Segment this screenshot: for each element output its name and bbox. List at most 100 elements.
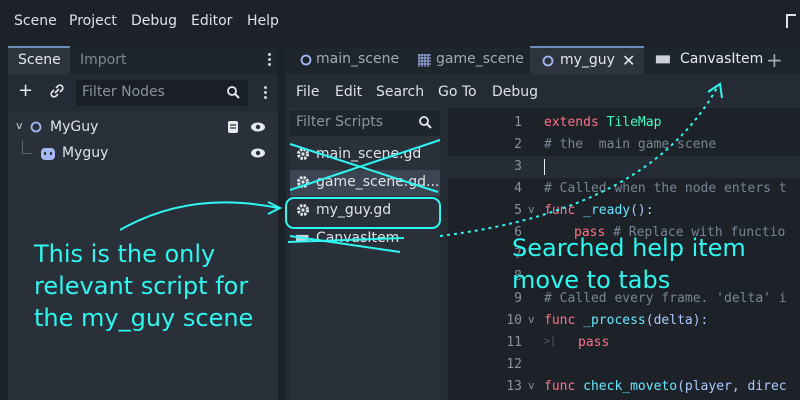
filter-scripts-placeholder: Filter Scripts bbox=[296, 114, 384, 130]
filter-nodes-input[interactable]: Filter Nodes bbox=[76, 80, 248, 106]
menu-debug[interactable]: Debug bbox=[131, 13, 177, 29]
code-token: (delta): bbox=[645, 313, 709, 328]
tree-item-myguy-sprite[interactable]: Myguy bbox=[8, 140, 278, 166]
filter-scripts-input[interactable]: Filter Scripts bbox=[290, 110, 440, 136]
tab-import[interactable]: Import bbox=[70, 46, 140, 74]
code-line: 12 bbox=[448, 354, 800, 376]
line-number: 5 bbox=[514, 203, 522, 218]
visibility-eye-icon[interactable] bbox=[250, 147, 266, 163]
sprite-face-icon bbox=[40, 146, 56, 166]
annotation-line: This is the only bbox=[34, 240, 216, 268]
tab-my-guy[interactable]: my_guy ✕ bbox=[530, 46, 644, 74]
node-circle-icon bbox=[542, 55, 554, 71]
line-number: 13 bbox=[506, 379, 522, 394]
code-line: 4 # Called when the node enters t bbox=[448, 178, 800, 200]
tree-item-label: Myguy bbox=[62, 145, 109, 161]
code-token: (): bbox=[630, 203, 654, 218]
add-tab-icon[interactable]: + bbox=[766, 48, 783, 72]
code-token: check_moveto bbox=[583, 379, 678, 394]
annotation-line: the my_guy scene bbox=[34, 304, 254, 332]
tilemap-grid-icon bbox=[418, 54, 431, 71]
menu-file[interactable]: File bbox=[296, 84, 319, 100]
scripts-list-panel: Filter Scripts main_scene.gd game_scene.… bbox=[290, 108, 440, 400]
help-doc-icon: ▆▆ bbox=[296, 233, 309, 242]
line-number: 10 bbox=[506, 313, 522, 328]
tab-label: CanvasItem bbox=[680, 51, 764, 67]
filter-nodes-placeholder: Filter Nodes bbox=[82, 84, 165, 100]
tab-scene[interactable]: Scene bbox=[8, 46, 70, 74]
line-number: 2 bbox=[514, 137, 522, 152]
code-token: _ready bbox=[583, 203, 631, 218]
node-circle-icon bbox=[30, 121, 42, 137]
code-comment: # Called when the node enters t bbox=[544, 181, 787, 196]
menu-project[interactable]: Project bbox=[69, 13, 117, 29]
code-token: pass bbox=[578, 335, 610, 350]
script-item-game-scene[interactable]: game_scene.gd... bbox=[290, 170, 440, 196]
node-circle-icon bbox=[300, 54, 312, 70]
line-number: 4 bbox=[514, 181, 522, 196]
fold-icon[interactable]: v bbox=[528, 203, 535, 216]
tab-game-scene[interactable]: game_scene bbox=[408, 46, 528, 74]
annotation-left-note: This is the only relevant script for the… bbox=[34, 238, 253, 334]
tab-indent-icon: >| bbox=[544, 336, 557, 347]
add-node-icon[interactable]: + bbox=[18, 82, 33, 100]
tree-item-myguy[interactable]: v MyGuy bbox=[8, 116, 278, 140]
editor-tabs: main_scene game_scene my_guy ✕ ▆▆ Canvas… bbox=[286, 46, 800, 74]
code-line: 13 v func check_moveto(player, direc bbox=[448, 376, 800, 398]
annotation-right-note: Searched help item move to tabs bbox=[512, 232, 746, 296]
main-menu-bar: Scene Project Debug Editor Help bbox=[0, 0, 800, 44]
visibility-eye-icon[interactable] bbox=[250, 121, 266, 137]
script-item-label: CanvasItem bbox=[316, 230, 400, 246]
gear-icon bbox=[296, 147, 310, 165]
code-comment: # the main game scene bbox=[544, 137, 717, 152]
scene-dock: Scene Import + Filter Nodes v MyGuy Mygu… bbox=[8, 46, 278, 400]
annotation-line: move to tabs bbox=[512, 266, 671, 294]
search-icon bbox=[226, 85, 240, 103]
code-line: 1 extends TileMap bbox=[448, 112, 800, 134]
script-item-label: main_scene.gd bbox=[316, 146, 422, 162]
code-line: 2 # the main game scene bbox=[448, 134, 800, 156]
code-token: TileMap bbox=[606, 115, 662, 130]
tab-main-scene[interactable]: main_scene bbox=[286, 46, 406, 74]
tab-canvasitem[interactable]: ▆▆ CanvasItem bbox=[648, 46, 764, 74]
scene-options-icon[interactable] bbox=[264, 86, 268, 100]
link-icon[interactable] bbox=[50, 84, 64, 102]
menu-edit[interactable]: Edit bbox=[335, 84, 362, 100]
script-item-main-scene[interactable]: main_scene.gd bbox=[290, 142, 440, 168]
menu-scene[interactable]: Scene bbox=[14, 13, 57, 29]
gear-icon bbox=[296, 203, 310, 221]
fold-icon[interactable]: v bbox=[528, 313, 535, 326]
code-token: _process bbox=[583, 313, 646, 328]
text-caret bbox=[544, 159, 545, 175]
line-number: 3 bbox=[514, 159, 522, 174]
annotation-line: relevant script for bbox=[34, 272, 249, 300]
code-line: 11 >| pass bbox=[448, 332, 800, 354]
menu-search[interactable]: Search bbox=[376, 84, 424, 100]
run-icon[interactable] bbox=[786, 14, 796, 28]
menu-help[interactable]: Help bbox=[247, 13, 279, 29]
close-icon[interactable]: ✕ bbox=[622, 51, 635, 70]
tree-branch-line bbox=[22, 140, 32, 154]
code-line: 10 v func _process(delta): bbox=[448, 310, 800, 332]
code-line: 5 v func _ready(): bbox=[448, 200, 800, 222]
tab-label: my_guy bbox=[560, 52, 615, 68]
menu-editor[interactable]: Editor bbox=[191, 13, 232, 29]
script-item-canvasitem[interactable]: ▆▆ CanvasItem bbox=[290, 226, 440, 252]
menu-debug[interactable]: Debug bbox=[492, 84, 538, 100]
code-token: func bbox=[544, 203, 576, 218]
collapse-icon[interactable]: v bbox=[16, 119, 23, 132]
dock-options-icon[interactable] bbox=[268, 53, 272, 67]
script-item-my-guy[interactable]: my_guy.gd bbox=[290, 198, 440, 224]
fold-icon[interactable]: v bbox=[528, 379, 535, 392]
script-editor: main_scene game_scene my_guy ✕ ▆▆ Canvas… bbox=[286, 46, 800, 400]
search-icon bbox=[418, 115, 432, 133]
editor-menu: File Edit Search Go To Debug bbox=[286, 76, 800, 106]
menu-go-to[interactable]: Go To bbox=[438, 84, 477, 100]
scene-filter-row: + Filter Nodes bbox=[8, 78, 278, 106]
code-token: func bbox=[544, 313, 576, 328]
script-icon[interactable] bbox=[226, 120, 240, 138]
tab-label: game_scene bbox=[436, 51, 524, 67]
code-token: func bbox=[544, 379, 576, 394]
help-doc-icon: ▆▆ bbox=[656, 54, 670, 64]
tab-label: main_scene bbox=[316, 51, 400, 67]
